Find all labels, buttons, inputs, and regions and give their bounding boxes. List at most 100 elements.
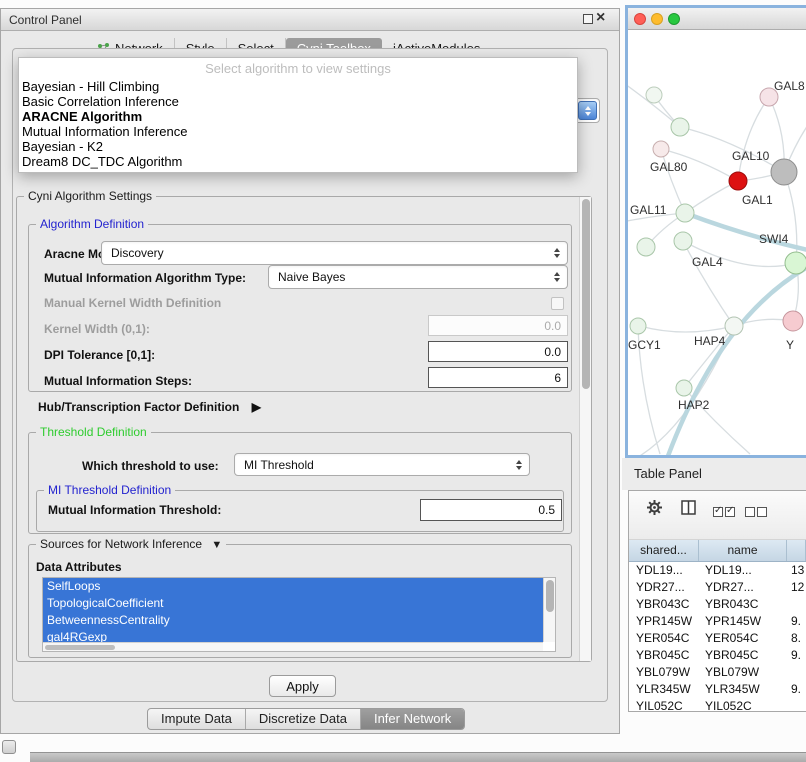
triangle-down-icon: ▼ xyxy=(211,539,222,551)
algorithm-dropdown-list: Bayesian - Hill ClimbingBasic Correlatio… xyxy=(19,79,577,169)
settings-scrollbar[interactable] xyxy=(579,197,591,661)
network-node[interactable] xyxy=(676,380,692,396)
deselect-rows-icon[interactable] xyxy=(745,504,769,522)
algorithm-option[interactable]: Mutual Information Inference xyxy=(19,124,577,139)
chevron-updown-icon xyxy=(554,272,560,282)
table-row[interactable]: YPR145WYPR145W9. xyxy=(629,613,806,630)
chevron-updown-icon xyxy=(516,460,522,470)
table-cell: YLR345W xyxy=(699,681,787,698)
network-node[interactable] xyxy=(783,311,803,331)
node-label: HAP2 xyxy=(678,398,710,412)
network-node[interactable] xyxy=(729,172,747,190)
aracne-mode-select[interactable]: Discovery xyxy=(101,241,568,265)
settings-scrollbar-thumb[interactable] xyxy=(582,199,590,389)
algorithm-option[interactable]: Dream8 DC_TDC Algorithm xyxy=(19,154,577,169)
table-cell: YBR043C xyxy=(699,596,787,613)
network-node[interactable] xyxy=(771,159,797,185)
network-node[interactable] xyxy=(630,318,646,334)
which-threshold-label: Which threshold to use: xyxy=(82,459,219,473)
table-cell: YIL052C xyxy=(699,698,787,711)
table-row[interactable]: YIL052CYIL052C xyxy=(629,698,806,711)
column-header-shared[interactable]: shared... xyxy=(629,540,699,561)
network-node[interactable] xyxy=(646,87,662,103)
table-cell xyxy=(787,664,806,681)
algorithm-option[interactable]: ARACNE Algorithm xyxy=(19,109,577,124)
mi-threshold-group-title: MI Threshold Definition xyxy=(44,483,175,497)
network-canvas[interactable]: GAL8GAL80GAL10GAL1GAL11SWI4GAL4GCY1HAP4Y… xyxy=(628,30,806,455)
window-title: Control Panel xyxy=(9,13,82,27)
algorithm-definition-title: Algorithm Definition xyxy=(36,217,148,231)
table-cell xyxy=(787,596,806,613)
mac-minimize-button[interactable] xyxy=(651,13,663,25)
show-columns-icon[interactable] xyxy=(681,500,696,520)
select-rows-icon[interactable] xyxy=(713,504,737,522)
algorithm-dropdown: Select algorithm to view settings Bayesi… xyxy=(18,57,578,173)
tab-discretize-data[interactable]: Discretize Data xyxy=(246,709,361,729)
float-window-icon[interactable] xyxy=(583,14,593,24)
table-row[interactable]: YBR043CYBR043C xyxy=(629,596,806,613)
table-row[interactable]: YBL079WYBL079W xyxy=(629,664,806,681)
table-row[interactable]: YLR345WYLR345W9. xyxy=(629,681,806,698)
column-header-extra[interactable] xyxy=(787,540,806,561)
algorithm-option[interactable]: Bayesian - K2 xyxy=(19,139,577,154)
mi-threshold-field[interactable]: 0.5 xyxy=(420,499,562,521)
list-horizontal-scrollbar-thumb[interactable] xyxy=(45,645,115,650)
network-node[interactable] xyxy=(671,118,689,136)
minimized-window-icon[interactable] xyxy=(2,740,16,754)
manual-kernel-checkbox[interactable] xyxy=(551,297,564,310)
node-label: GAL4 xyxy=(692,255,723,269)
which-threshold-select[interactable]: MI Threshold xyxy=(234,453,530,476)
network-edge xyxy=(640,326,734,332)
table-cell: 8. xyxy=(787,630,806,647)
apply-button[interactable]: Apply xyxy=(269,675,336,697)
table-row[interactable]: YBR045CYBR045C9. xyxy=(629,647,806,664)
list-vertical-scrollbar-thumb[interactable] xyxy=(546,580,554,612)
table-row[interactable]: YDR27...YDR27...12 xyxy=(629,579,806,596)
network-node[interactable] xyxy=(785,252,806,274)
triangle-right-icon: ▶ xyxy=(252,400,261,414)
hub-section-toggle[interactable]: Hub/Transcription Factor Definition ▶ xyxy=(38,400,261,414)
network-node[interactable] xyxy=(637,238,655,256)
bottom-window-edge xyxy=(30,752,806,762)
sources-title: Sources for Network Inference xyxy=(40,537,202,551)
which-threshold-value: MI Threshold xyxy=(244,458,314,472)
algorithm-option[interactable]: Bayesian - Hill Climbing xyxy=(19,79,577,94)
table-cell: YER054C xyxy=(699,630,787,647)
tab-impute-data[interactable]: Impute Data xyxy=(148,709,246,729)
network-node[interactable] xyxy=(725,317,743,335)
network-node[interactable] xyxy=(676,204,694,222)
mi-threshold-value: 0.5 xyxy=(538,503,555,517)
mi-steps-field[interactable]: 6 xyxy=(428,367,568,388)
table-cell: YDR27... xyxy=(629,579,699,596)
mac-zoom-button[interactable] xyxy=(668,13,680,25)
attribute-item[interactable]: SelfLoops xyxy=(43,578,543,595)
table-row[interactable]: YDL19...YDL19...13 xyxy=(629,562,806,579)
desktop: Control Panel × Network Style Select Cyn… xyxy=(0,0,806,762)
algorithm-option[interactable]: Basic Correlation Inference xyxy=(19,94,577,109)
node-label: GAL11 xyxy=(630,203,667,217)
node-label: GAL10 xyxy=(732,149,770,163)
network-view[interactable]: GAL8GAL80GAL10GAL1GAL11SWI4GAL4GCY1HAP4Y… xyxy=(628,30,806,455)
list-vertical-scrollbar[interactable] xyxy=(543,578,555,642)
table-toolbar xyxy=(629,491,806,540)
column-header-name[interactable]: name xyxy=(699,540,787,561)
bottom-tabs: Impute Data Discretize Data Infer Networ… xyxy=(147,708,465,730)
attribute-item[interactable]: BetweennessCentrality xyxy=(43,612,543,629)
tab-infer-network[interactable]: Infer Network xyxy=(361,709,464,729)
attribute-item[interactable]: TopologicalCoefficient xyxy=(43,595,543,612)
sources-section-toggle[interactable]: Sources for Network Inference ▼ xyxy=(36,537,226,551)
mi-threshold-label: Mutual Information Threshold: xyxy=(48,503,221,517)
mac-close-button[interactable] xyxy=(634,13,646,25)
dpi-tolerance-field[interactable]: 0.0 xyxy=(428,341,568,362)
network-node[interactable] xyxy=(674,232,692,250)
mi-steps-value: 6 xyxy=(554,371,561,385)
table-cell: YBR043C xyxy=(629,596,699,613)
table-row[interactable]: YER054CYER054C8. xyxy=(629,630,806,647)
close-icon[interactable]: × xyxy=(596,9,605,27)
list-horizontal-scrollbar[interactable] xyxy=(43,642,543,651)
mi-type-select[interactable]: Naive Bayes xyxy=(268,265,568,289)
table-cell: 12 xyxy=(787,579,806,596)
network-node[interactable] xyxy=(653,141,669,157)
table-cell: YDL19... xyxy=(699,562,787,579)
settings-gear-icon[interactable] xyxy=(646,499,663,521)
